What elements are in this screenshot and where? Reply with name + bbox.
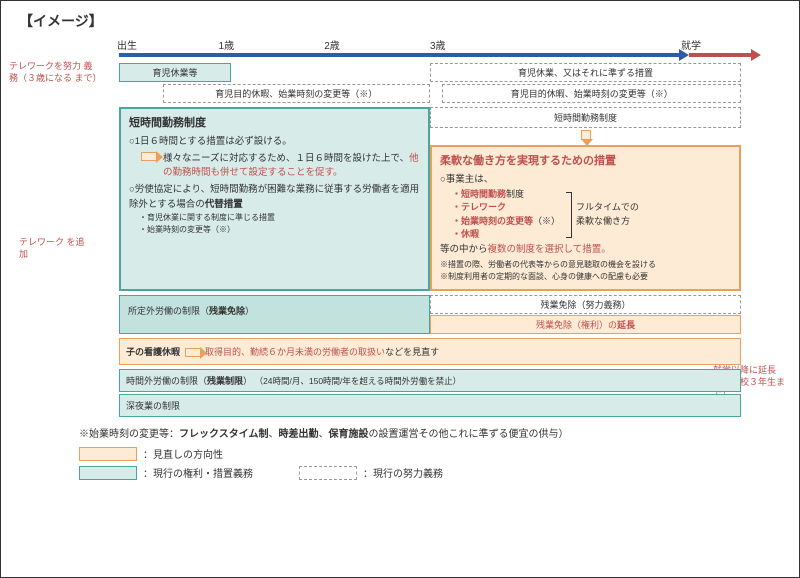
box-overtime-duty: 残業免除（努力義務）	[430, 295, 741, 314]
callout-telework-duty: テレワークを努力 義務（３歳になる まで）	[9, 61, 97, 84]
box-purpose-right: 育児目的休暇、始業時刻の変更等（※）	[442, 84, 741, 103]
flex-note1: ※措置の際、労働者の代表等からの意見聴取の機会を設ける	[440, 259, 731, 271]
flex-note2: ※制度利用者の定期的な面談、心身の健康への配慮も必要	[440, 271, 731, 283]
legend-teal-label: ：現行の権利・措置義務	[143, 465, 253, 480]
arrow-icon-2	[185, 348, 201, 357]
flex-b2: ・テレワーク	[452, 201, 560, 215]
legend-peach-label: ：見直しの方向性	[143, 446, 223, 461]
footnote-legend: ※始業時刻の変更等：フレックスタイム制、時差出勤、保育施設の設置運営その他これに…	[79, 425, 781, 480]
timeline-arrow-red	[689, 53, 753, 57]
short-time-p3: ○労使協定により、短時間勤務が困難な業務に従事する労働者を適用除外とする場合の	[129, 184, 419, 209]
short-time-sub2: ・始業時刻の変更等（※）	[139, 224, 420, 236]
flex-title: 柔軟な働き方を実現するための措置	[440, 153, 731, 170]
flex-b3: ・始業時刻の変更等	[452, 216, 533, 226]
flex-box: 柔軟な働き方を実現するための措置 ○事業主は、 ・短時間勤務制度 ・テレワーク …	[430, 145, 741, 291]
short-time-sub1: ・育児休業に関する制度に準じる措置	[139, 212, 420, 224]
legend-swatch-dash	[299, 466, 357, 480]
timeline-arrow-blue	[119, 53, 681, 57]
legend-dash-label: ：現行の努力義務	[363, 465, 443, 480]
flex-b4: ・休暇	[452, 228, 560, 242]
arrow-down-icon	[581, 130, 591, 140]
timeline: 出生 1歳 2歳 3歳 就学	[119, 37, 741, 63]
box-purpose-left: 育児目的休暇、始業時刻の変更等（※）	[163, 84, 430, 103]
legend-swatch-peach	[79, 447, 137, 461]
box-overtime-exempt: 所定外労働の制限（残業免除）	[119, 295, 430, 334]
flex-tail: 複数の制度を選択して措置。	[488, 244, 611, 255]
flex-b1: ・短時間勤務	[452, 189, 506, 199]
box-overtime-extend: 残業免除（権利）の延長	[430, 315, 741, 334]
box-time-limit: 時間外労働の制限（残業制限） （24時間/月、150時間/年を超える時間外労働を…	[119, 369, 741, 392]
short-time-box: 短時間勤務制度 ○1日６時間とする措置は必ず設ける。 様々なニーズに対応するため…	[119, 107, 430, 291]
short-time-p3b: 代替措置	[205, 199, 243, 210]
short-time-p1: ○1日６時間とする措置は必ず設ける。	[129, 135, 420, 149]
flex-bracket: フルタイムでの 柔軟な働き方	[576, 201, 639, 228]
box-right-short: 短時間勤務制度	[430, 107, 741, 128]
box-childcare-equiv: 育児休業、又はそれに準ずる措置	[430, 63, 741, 82]
callout-telework-add: テレワーク を追加	[19, 237, 89, 260]
legend-swatch-teal	[79, 466, 137, 480]
arrow-icon	[141, 152, 157, 161]
page-title: 【イメージ】	[19, 11, 781, 31]
box-childcare-leave: 育児休業等	[119, 63, 231, 82]
short-time-title: 短時間勤務制度	[129, 115, 420, 132]
box-nursing: 子の看護休暇 取得目的、勤続６か月未満の労働者の取扱いなどを見直す	[119, 338, 741, 365]
box-night: 深夜業の制限	[119, 394, 741, 417]
short-time-p2a: 様々なニーズに対応するため、１日６時間を設けた上で、	[163, 153, 409, 164]
flex-lead: ○事業主は、	[440, 173, 731, 187]
